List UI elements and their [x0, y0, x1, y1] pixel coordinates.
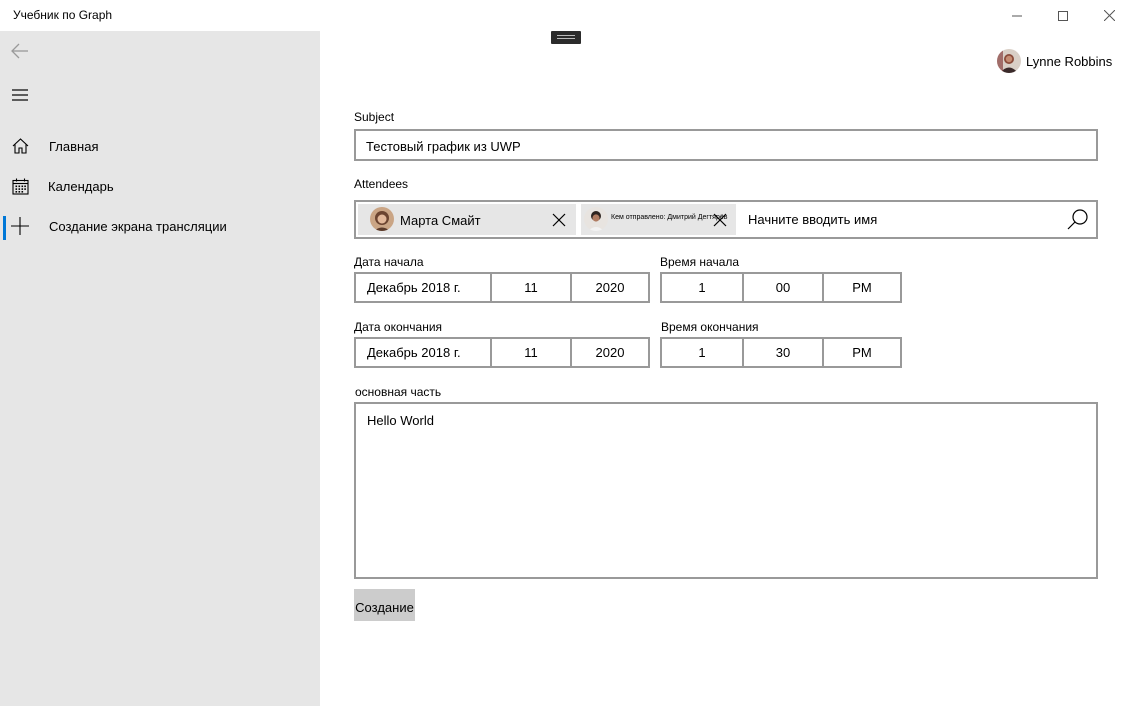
close-icon	[1103, 10, 1115, 21]
selection-indicator	[3, 216, 6, 240]
attendee-chip[interactable]: Марта Смайт	[358, 204, 576, 235]
start-time-hour[interactable]: 1	[662, 274, 742, 301]
start-time-label: Время начала	[660, 255, 740, 269]
nav-item-label: Календарь	[48, 178, 114, 194]
search-icon[interactable]	[1067, 208, 1089, 230]
avatar	[997, 49, 1021, 73]
nav-item-label: Создание экрана трансляции	[49, 218, 227, 234]
attendees-search-input[interactable]: Начните вводить имя	[748, 212, 1048, 227]
user-name: Lynne Robbins	[1026, 53, 1113, 69]
back-button[interactable]	[0, 31, 40, 71]
attendee-avatar	[370, 207, 394, 231]
nav-item-label: Главная	[49, 138, 99, 154]
start-date-picker[interactable]: Декабрь 2018 г. 11 2020	[354, 272, 650, 303]
nav-item-new-event[interactable]: Создание экрана трансляции	[0, 206, 320, 246]
back-arrow-icon	[11, 43, 28, 59]
attendee-avatar	[584, 207, 608, 231]
minimize-icon	[1012, 15, 1022, 16]
remove-attendee-icon[interactable]	[713, 213, 727, 227]
nav-item-home[interactable]: Главная	[0, 126, 320, 166]
end-time-minute[interactable]: 30	[742, 339, 822, 366]
body-label: основная часть	[355, 385, 442, 399]
calendar-icon	[10, 176, 30, 196]
end-date-label: Дата окончания	[354, 320, 443, 334]
app-title: Учебник по Graph	[13, 8, 113, 22]
attendee-chip[interactable]: Кем отправлено: Дмитрий Дегтярёв	[581, 204, 736, 235]
maximize-icon	[1058, 10, 1068, 21]
title-bar: Учебник по Graph	[0, 0, 1132, 31]
end-date-picker[interactable]: Декабрь 2018 г. 11 2020	[354, 337, 650, 368]
navigation-pane: Главная Календарь Создание экрана трансл…	[0, 31, 320, 706]
subject-label: Subject	[354, 110, 395, 124]
end-time-picker[interactable]: 1 30 PM	[660, 337, 902, 368]
start-date-year[interactable]: 2020	[570, 274, 648, 301]
attendee-name: Марта Смайт	[400, 213, 481, 228]
start-date-month[interactable]: Декабрь 2018 г.	[356, 274, 490, 301]
remove-attendee-icon[interactable]	[552, 213, 566, 227]
body-textarea[interactable]: Hello World	[354, 402, 1098, 579]
attendees-picker[interactable]: Марта Смайт Кем отправлено: Дмитрий Дегт…	[354, 200, 1098, 239]
subject-value: Тестовый график из UWP	[366, 139, 521, 154]
end-date-month[interactable]: Декабрь 2018 г.	[356, 339, 490, 366]
subject-input[interactable]: Тестовый график из UWP	[354, 129, 1098, 161]
hamburger-menu-button[interactable]	[0, 75, 40, 115]
plus-icon	[10, 216, 30, 236]
end-date-year[interactable]: 2020	[570, 339, 648, 366]
end-time-hour[interactable]: 1	[662, 339, 742, 366]
start-date-day[interactable]: 11	[490, 274, 570, 301]
close-button[interactable]	[1086, 0, 1132, 31]
hamburger-icon	[12, 89, 28, 101]
maximize-button[interactable]	[1040, 0, 1086, 31]
start-time-minute[interactable]: 00	[742, 274, 822, 301]
body-value: Hello World	[367, 413, 434, 428]
attendee-name: Кем отправлено: Дмитрий Дегтярёв	[611, 214, 728, 221]
start-time-picker[interactable]: 1 00 PM	[660, 272, 902, 303]
nav-item-calendar[interactable]: Календарь	[0, 166, 320, 206]
start-date-label: Дата начала	[354, 255, 424, 269]
end-time-label: Время окончания	[661, 320, 759, 334]
attendees-label: Attendees	[354, 177, 409, 191]
create-button[interactable]: Создание	[354, 589, 415, 621]
end-date-day[interactable]: 11	[490, 339, 570, 366]
drag-handle[interactable]	[551, 31, 581, 44]
home-icon	[10, 136, 30, 156]
start-time-period[interactable]: PM	[822, 274, 900, 301]
end-time-period[interactable]: PM	[822, 339, 900, 366]
user-profile[interactable]: Lynne Robbins	[997, 48, 1112, 74]
minimize-button[interactable]	[994, 0, 1040, 31]
